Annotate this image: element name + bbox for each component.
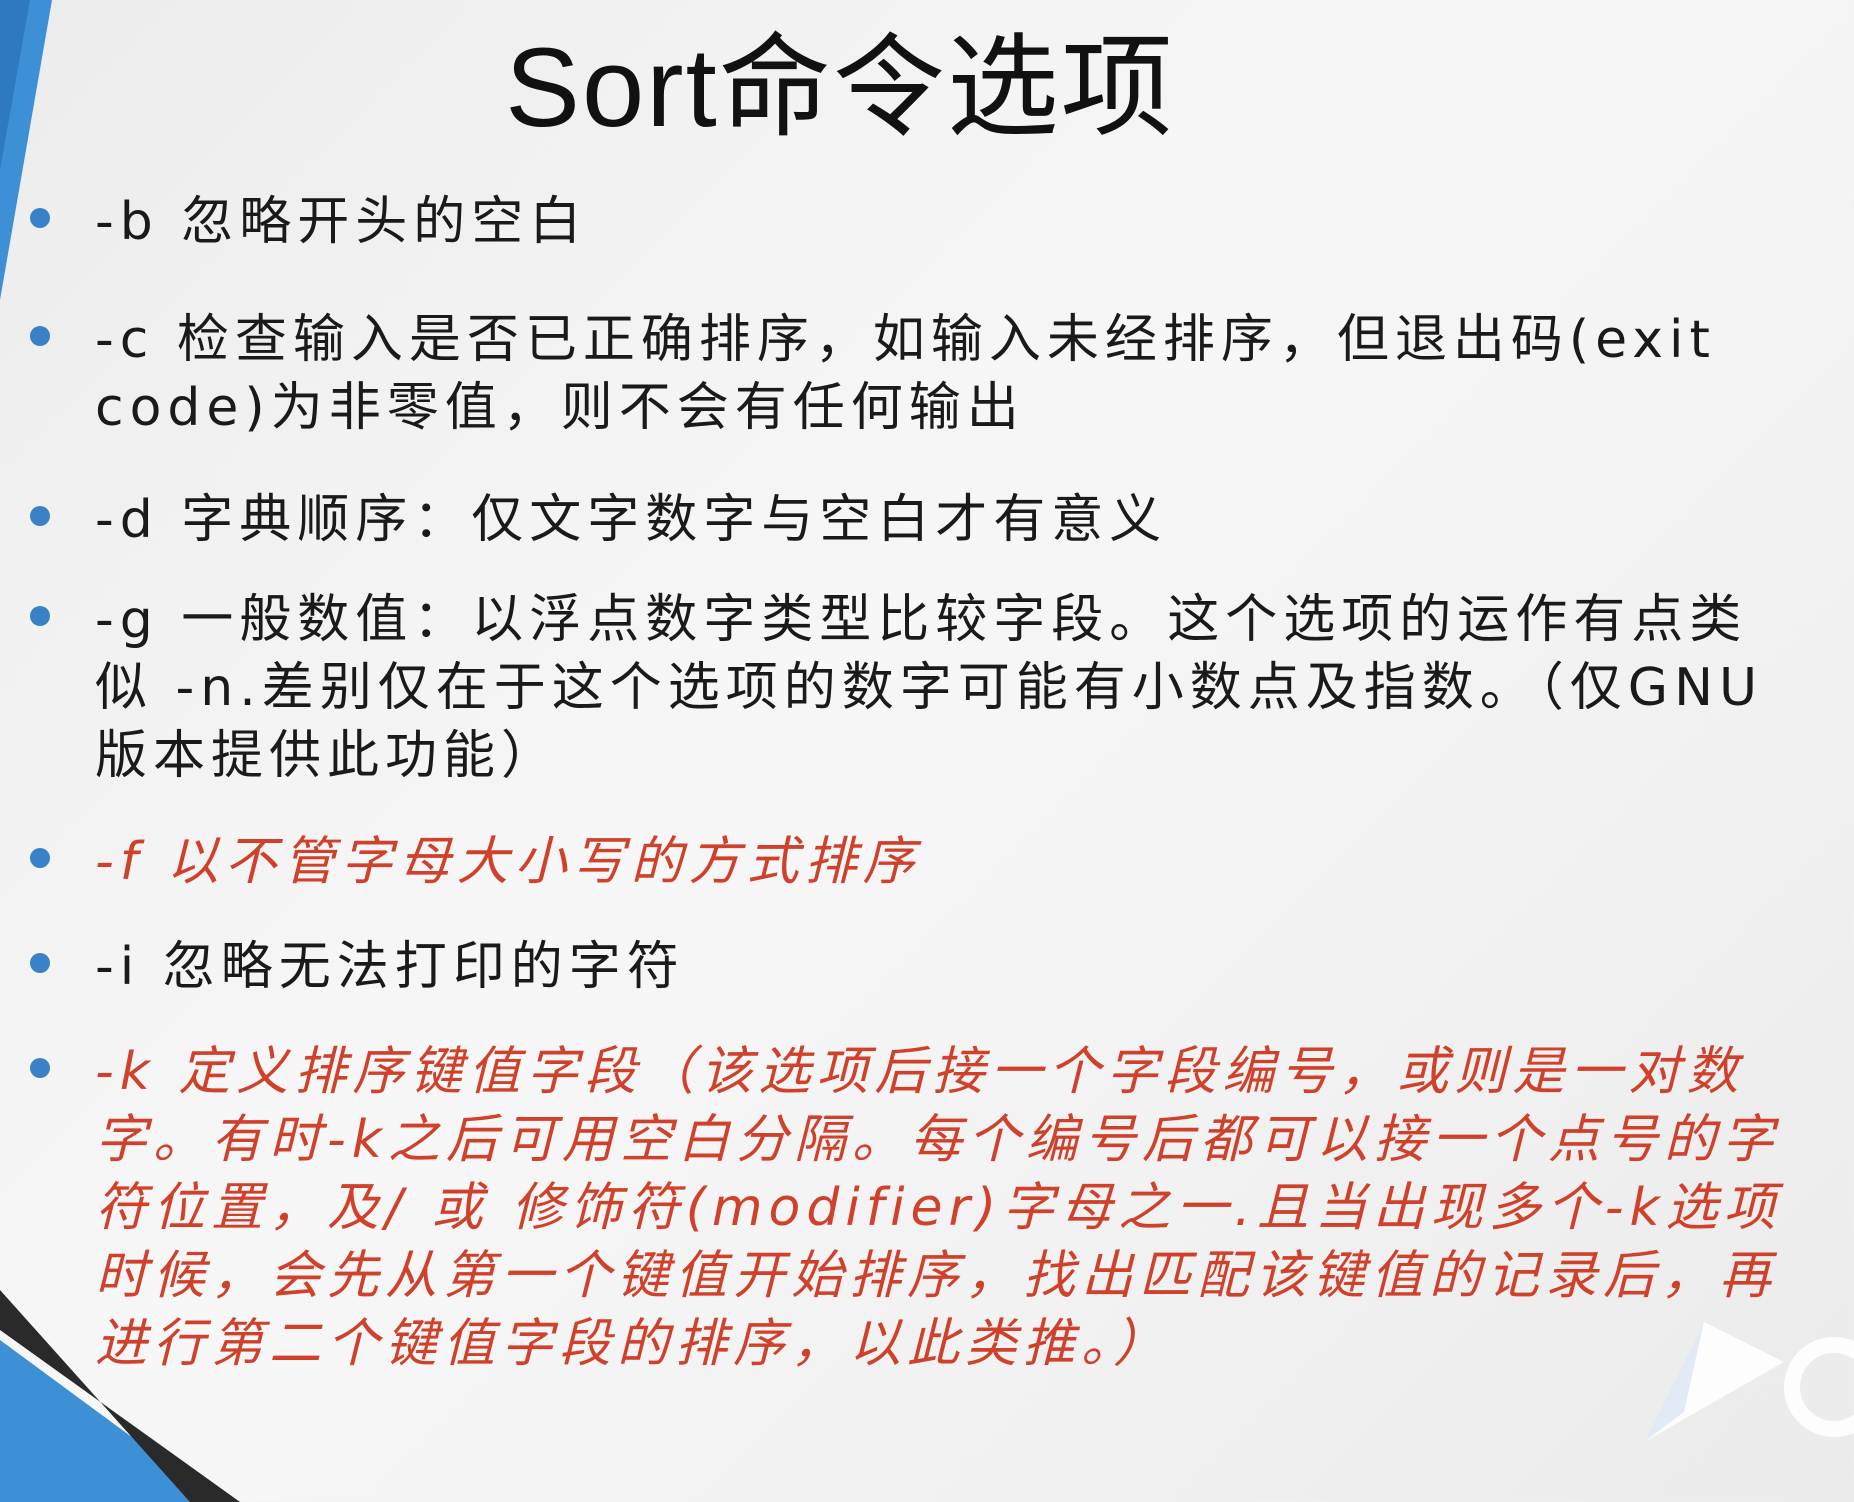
bullet-dot xyxy=(30,506,50,526)
bullet-dot xyxy=(30,208,50,228)
slide: Sort命令选项 -b 忽略开头的空白 -c 检查输入是否已正确排序，如输入未经… xyxy=(0,0,1854,1502)
player-logo-icon xyxy=(1644,1322,1854,1442)
bullet-dot xyxy=(30,848,50,868)
bullet-item-d: -d 字典顺序：仅文字数字与空白才有意义 xyxy=(95,490,1168,550)
bullet-dot xyxy=(30,1058,50,1078)
bullet-item-b: -b 忽略开头的空白 xyxy=(95,192,588,252)
bullet-dot xyxy=(30,326,50,346)
bullet-dot xyxy=(30,606,50,626)
slide-title: Sort命令选项 xyxy=(505,25,1175,150)
bullet-dot xyxy=(30,953,50,973)
bullet-item-k: -k 定义排序键值字段（该选项后接一个字段编号，或则是一对数字。有时-k之后可用… xyxy=(95,1042,1782,1374)
bullet-item-g: -g 一般数值：以浮点数字类型比较字段。这个选项的运作有点类似 -n.差别仅在于… xyxy=(95,590,1764,786)
bullet-item-f: -f 以不管字母大小写的方式排序 xyxy=(95,832,921,892)
bullet-item-c: -c 检查输入是否已正确排序，如输入未经排序，但退出码(exit code)为非… xyxy=(95,310,1716,438)
bullet-item-i: -i 忽略无法打印的字符 xyxy=(95,937,685,997)
